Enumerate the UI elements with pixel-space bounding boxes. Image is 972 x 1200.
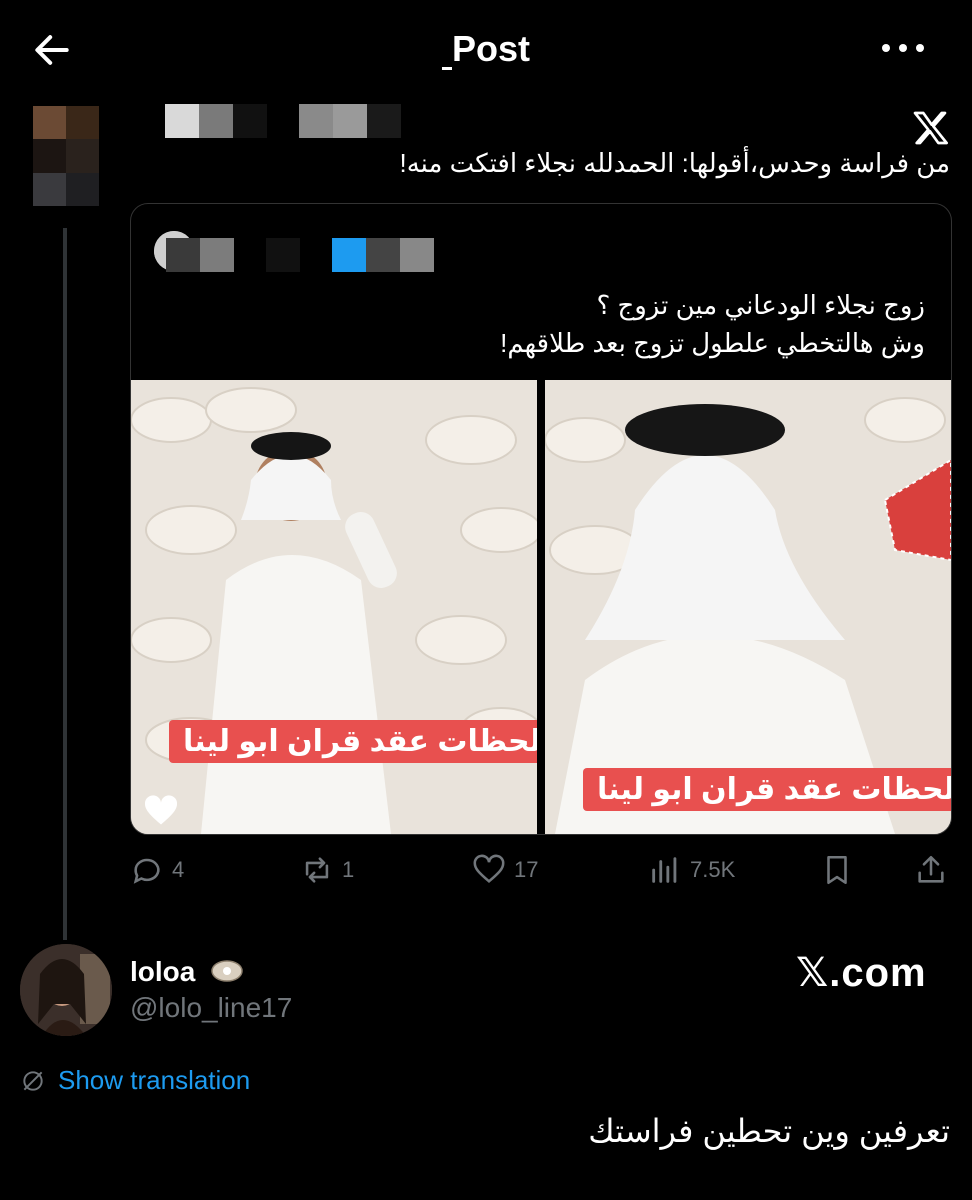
globe-slash-icon xyxy=(23,1070,43,1091)
photo-illustration-right xyxy=(545,380,951,834)
tweet-text: من فراسة وحدس،أقولها: الحمدلله نجلاء افت… xyxy=(399,148,950,178)
heart-overlay-icon xyxy=(144,795,178,825)
site-watermark: 𝕏.com xyxy=(796,951,927,995)
bookmark-button[interactable] xyxy=(820,848,854,892)
avatar[interactable] xyxy=(33,106,99,206)
bookmark-icon xyxy=(827,855,847,885)
thread-line xyxy=(63,228,67,940)
like-count: 17 xyxy=(514,857,539,882)
top-bar: Post xyxy=(0,0,972,100)
share-icon xyxy=(918,855,944,883)
photo-illustration xyxy=(131,380,537,834)
media-image-left[interactable]: لحظات عقد قران ابو لينا xyxy=(131,380,537,834)
reply-icon xyxy=(133,858,160,884)
heart-icon xyxy=(473,854,505,884)
oyster-icon xyxy=(211,960,243,982)
more-horizontal-icon[interactable] xyxy=(878,36,928,60)
user-display-name[interactable]: loloa xyxy=(130,955,245,988)
user-avatar[interactable] xyxy=(20,944,112,1036)
action-bar: 4 1 17 7.5K xyxy=(130,848,950,892)
like-button[interactable]: 17 xyxy=(472,848,538,892)
views-button[interactable]: 7.5K xyxy=(648,848,735,892)
quoted-text-line-2: وش هالتخطي علطول تزوج بعد طلاقهم! xyxy=(500,328,925,358)
reply-button[interactable]: 4 xyxy=(130,848,184,892)
share-button[interactable] xyxy=(914,848,948,892)
reply-count: 4 xyxy=(172,857,185,882)
user-handle[interactable]: @lolo_line17 xyxy=(130,992,292,1024)
views-count: 7.5K xyxy=(690,857,736,882)
user-name-text: loloa xyxy=(130,956,196,987)
show-translation-link[interactable]: Show translation xyxy=(20,1065,250,1096)
quoted-tweet[interactable]: زوج نجلاء الودعاني مين تزوج ؟ وش هالتخطي… xyxy=(130,203,952,835)
views-icon xyxy=(652,857,677,883)
quoted-text: زوج نجلاء الودعاني مين تزوج ؟ وش هالتخطي… xyxy=(500,286,925,362)
media-image-right[interactable]: لحظات عقد قران ابو لينا xyxy=(545,380,951,834)
repost-icon xyxy=(305,857,329,883)
redacted-username xyxy=(165,104,401,138)
quoted-text-line-1: زوج نجلاء الودعاني مين تزوج ؟ xyxy=(596,290,925,320)
redacted-quoted-username xyxy=(166,238,434,272)
reply-text: تعرفين وين تحطين فراستك xyxy=(588,1113,950,1149)
show-translation-label: Show translation xyxy=(58,1065,251,1095)
page-title: Post xyxy=(452,28,531,69)
repost-count: 1 xyxy=(342,857,355,882)
x-logo-icon xyxy=(913,111,948,145)
media-caption-right: لحظات عقد قران ابو لينا xyxy=(583,768,951,811)
media-caption-left: لحظات عقد قران ابو لينا xyxy=(169,720,537,763)
repost-button[interactable]: 1 xyxy=(300,848,354,892)
